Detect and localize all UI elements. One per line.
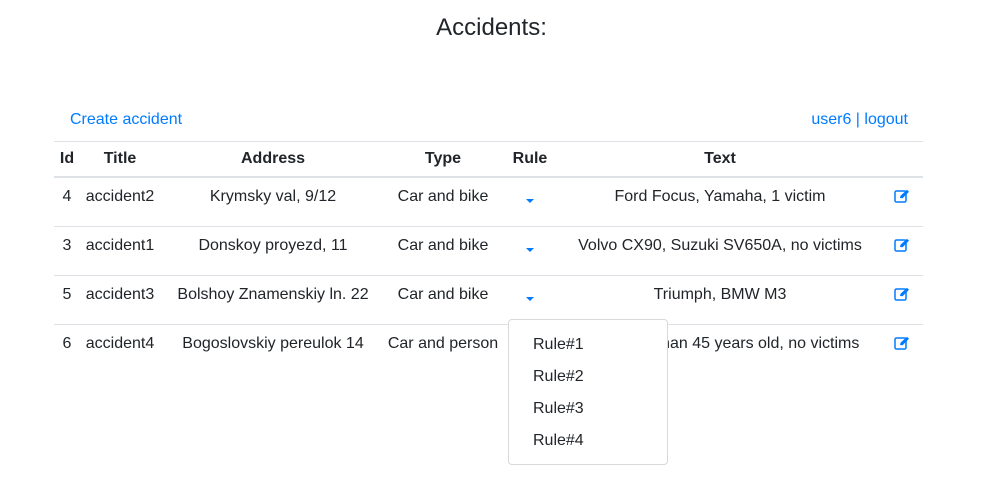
dropdown-item-rule-3[interactable]: Rule#3 <box>533 400 584 418</box>
separator: | <box>855 111 860 128</box>
table-row: 5 accident3 Bolshoy Znamenskiy ln. 22 Ca… <box>54 275 923 325</box>
topbar: Create accident user6 | logout <box>54 108 923 134</box>
header-rule: Rule <box>500 141 560 178</box>
row-type: Car and bike <box>397 286 489 303</box>
row-text: Volvo CX90, Suzuki SV650A, no victims <box>578 237 862 254</box>
rule-dropdown-menu: Rule#1 Rule#2 Rule#3 Rule#4 <box>508 319 668 465</box>
row-title: accident4 <box>85 335 155 352</box>
row-id: 6 <box>62 335 72 352</box>
table-row: 4 accident2 Krymsky val, 9/12 Car and bi… <box>54 176 923 227</box>
edit-icon[interactable] <box>893 287 910 306</box>
page-title: Accidents: <box>436 14 547 41</box>
table-header-row: Id Title Address Type Rule Text <box>54 141 923 178</box>
accidents-table: Id Title Address Type Rule Text 4 accide… <box>54 141 923 373</box>
table-row: 3 accident1 Donskoy proyezd, 11 Car and … <box>54 226 923 276</box>
caret-down-icon[interactable] <box>526 297 534 301</box>
row-address: Krymsky val, 9/12 <box>209 188 337 205</box>
edit-icon[interactable] <box>893 189 910 208</box>
dropdown-item-rule-4[interactable]: Rule#4 <box>533 432 584 450</box>
edit-icon[interactable] <box>893 238 910 257</box>
header-id: Id <box>54 141 80 178</box>
row-title: accident3 <box>85 286 155 303</box>
row-text: Triumph, BMW M3 <box>653 286 787 303</box>
row-address: Bogoslovskiy pereulok 14 <box>182 335 364 352</box>
header-type: Type <box>386 141 500 178</box>
row-title: accident2 <box>85 188 155 205</box>
row-title: accident1 <box>85 237 155 254</box>
dropdown-item-rule-1[interactable]: Rule#1 <box>533 336 584 354</box>
row-address: Bolshoy Znamenskiy ln. 22 <box>177 286 369 303</box>
create-accident-link[interactable]: Create accident <box>70 111 182 129</box>
caret-down-icon[interactable] <box>526 248 534 252</box>
user-links: user6 | logout <box>811 111 908 129</box>
row-id: 3 <box>62 237 72 254</box>
edit-icon[interactable] <box>893 336 910 355</box>
row-text: Ford Focus, Yamaha, 1 victim <box>614 188 826 205</box>
row-address: Donskoy proyezd, 11 <box>198 237 348 254</box>
caret-down-icon[interactable] <box>526 199 534 203</box>
row-type: Car and person <box>387 335 499 352</box>
table-row: 6 accident4 Bogoslovskiy pereulok 14 Car… <box>54 324 923 373</box>
header-text: Text <box>560 141 880 178</box>
row-id: 4 <box>62 188 72 205</box>
header-address: Address <box>160 141 386 178</box>
dropdown-item-rule-2[interactable]: Rule#2 <box>533 368 584 386</box>
row-type: Car and bike <box>397 237 489 254</box>
row-type: Car and bike <box>397 188 489 205</box>
header-actions <box>880 141 923 178</box>
row-id: 5 <box>62 286 72 303</box>
username-link[interactable]: user6 <box>811 111 851 128</box>
logout-link[interactable]: logout <box>864 111 908 128</box>
header-title: Title <box>80 141 160 178</box>
